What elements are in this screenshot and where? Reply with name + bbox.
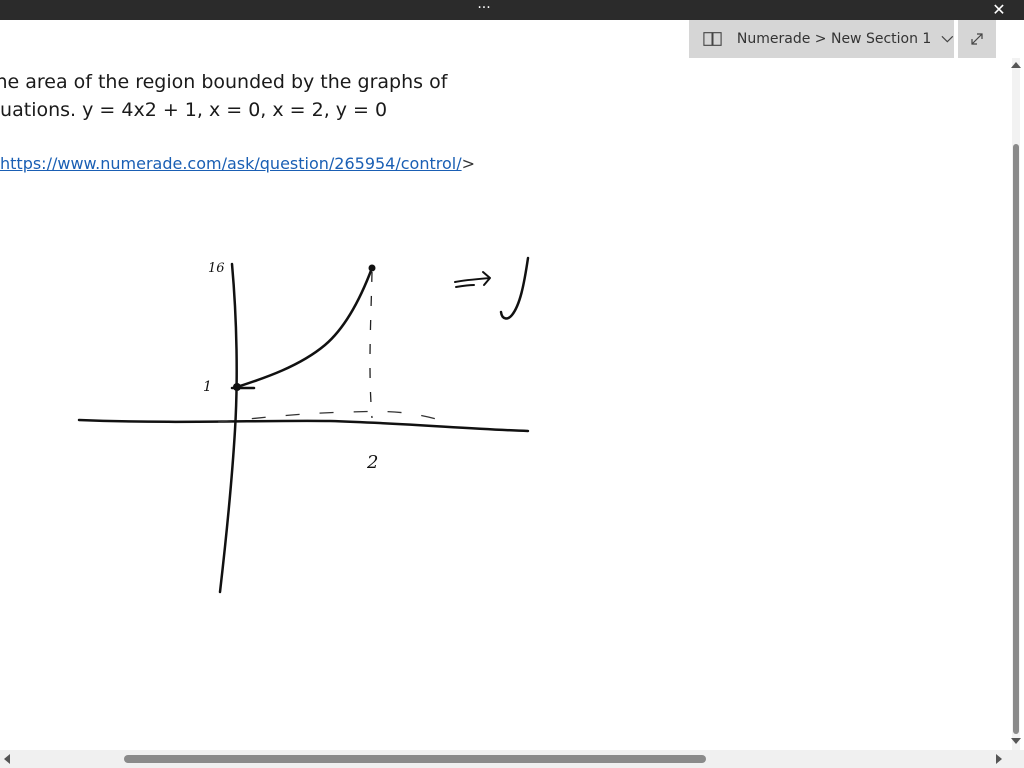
y-axis-stroke — [218, 262, 238, 594]
vertical-scroll-thumb[interactable] — [1013, 144, 1019, 734]
label-1: 1 — [203, 379, 212, 395]
scroll-up-icon[interactable] — [1010, 60, 1022, 70]
arrow-stroke — [454, 271, 491, 288]
curve-stroke — [235, 266, 374, 389]
handwritten-sketch: 16 1 2 — [77, 256, 530, 594]
label-2: 2 — [366, 452, 378, 473]
scroll-down-icon[interactable] — [1010, 736, 1022, 746]
vertical-scrollbar[interactable] — [1008, 58, 1024, 750]
x-axis-stroke — [77, 418, 530, 433]
end-point — [368, 264, 376, 272]
integral-stroke — [499, 256, 530, 320]
start-point — [233, 383, 241, 391]
horizontal-scroll-thumb[interactable] — [124, 755, 706, 763]
label-16: 16 — [208, 261, 225, 276]
horizontal-scrollbar[interactable] — [0, 750, 1024, 768]
scroll-right-icon[interactable] — [994, 753, 1004, 765]
scroll-left-icon[interactable] — [2, 753, 12, 765]
dashed-vertical — [369, 271, 373, 419]
